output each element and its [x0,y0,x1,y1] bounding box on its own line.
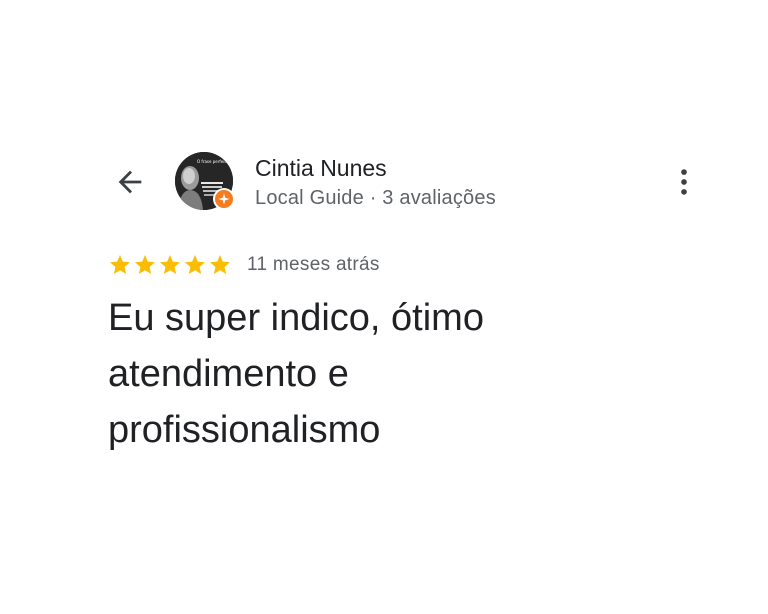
arrow-left-icon [118,170,142,194]
back-button[interactable] [108,160,152,204]
reviewer-meta: Local Guide · 3 avaliações [255,187,496,209]
star-icon [185,255,205,274]
star-icon [160,255,180,274]
star-icon [210,255,230,274]
star-icon [110,255,130,274]
rating-row: 11 meses atrás [108,251,380,279]
reviewer-name[interactable]: Cintia Nunes [255,155,387,182]
star-rating [108,253,232,277]
reviewer-avatar-container[interactable]: O frase perfeita [175,152,235,212]
more-options-button[interactable] [664,160,704,204]
avatar-caption: O frase perfeita [197,159,229,164]
local-guide-badge [213,188,235,210]
star-icon [135,255,155,274]
review-text: Eu super indico, ótimo atendimento e pro… [108,297,484,451]
local-guide-badge-icon [218,193,230,205]
review-date: 11 meses atrás [247,254,380,275]
more-vert-icon [681,169,687,195]
